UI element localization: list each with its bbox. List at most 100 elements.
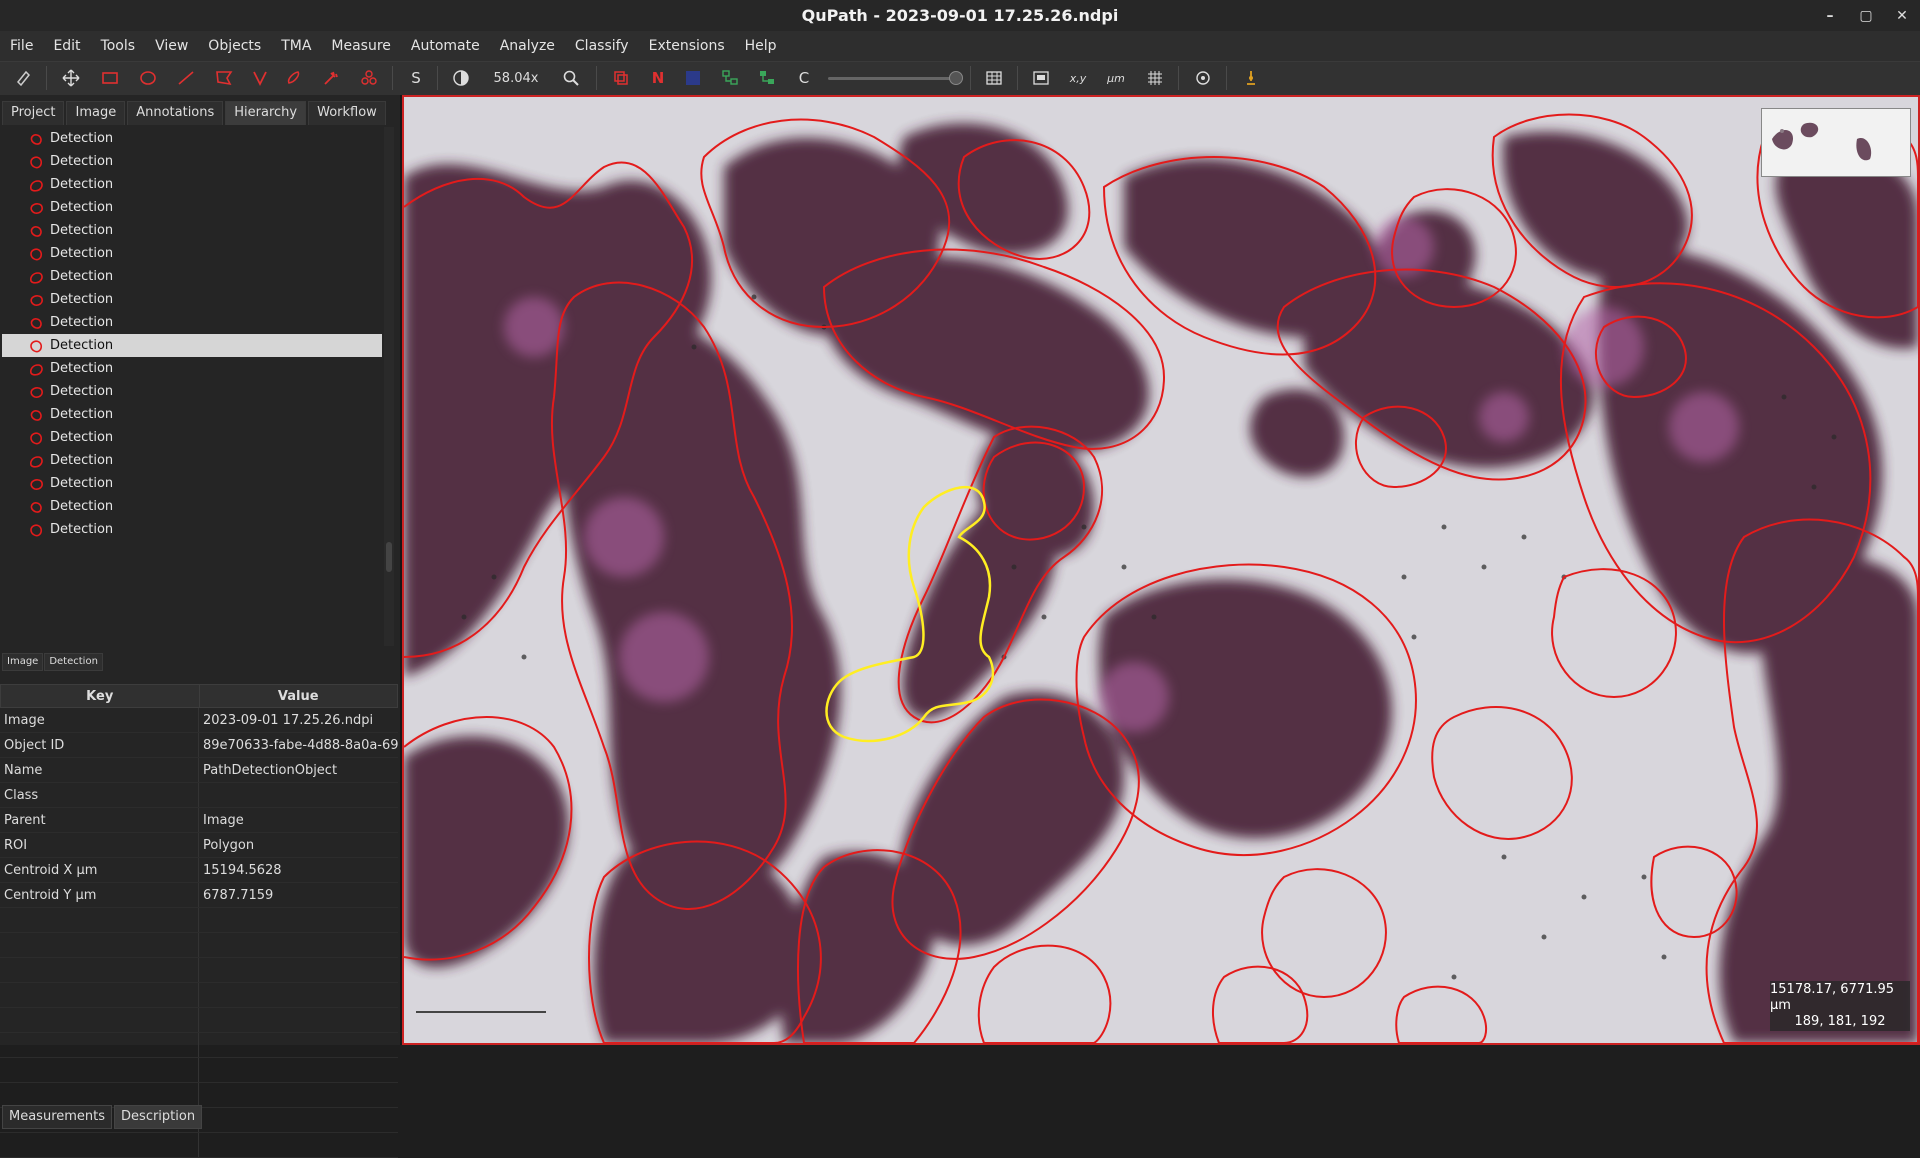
selection-mode-button[interactable]: S (401, 65, 431, 91)
fill-detections-button[interactable] (752, 65, 782, 91)
brightness-contrast-toggle[interactable] (446, 65, 476, 91)
table-row[interactable]: Class (0, 783, 398, 808)
minimize-button[interactable]: – (1812, 0, 1848, 31)
header-key[interactable]: Key (1, 685, 200, 707)
menu-view[interactable]: View (145, 38, 198, 54)
show-connections-button[interactable]: C (789, 65, 819, 91)
list-item[interactable]: Detection (2, 242, 382, 265)
log-button[interactable] (1236, 65, 1266, 91)
list-item[interactable]: Detection (2, 288, 382, 311)
analysis-panel: Project Image Annotations Hierarchy Work… (0, 95, 403, 1158)
list-item[interactable]: Detection (2, 495, 382, 518)
list-item[interactable]: Detection (2, 150, 382, 173)
object-list-scrollbar[interactable] (384, 127, 394, 646)
close-button[interactable]: ✕ (1884, 0, 1920, 31)
list-item[interactable]: Detection (2, 173, 382, 196)
table-row[interactable]: Parent Image (0, 808, 398, 833)
table-row[interactable]: Object ID 89e70633-fabe-4d88-8a0a-695... (0, 733, 398, 758)
list-item[interactable]: Detection (2, 334, 382, 357)
breadcrumb-image[interactable]: Image (2, 653, 44, 671)
table-row[interactable]: Image 2023-09-01 17.25.26.ndpi (0, 708, 398, 733)
brush-tool-button[interactable] (279, 65, 309, 91)
menu-tools[interactable]: Tools (91, 38, 146, 54)
list-item[interactable]: Detection (2, 196, 382, 219)
maximize-button[interactable]: ▢ (1848, 0, 1884, 31)
overview-toggle-button[interactable] (1026, 65, 1056, 91)
location-toggle-button[interactable]: x,y (1063, 65, 1093, 91)
menu-automate[interactable]: Automate (401, 38, 490, 54)
detection-shape-icon (30, 294, 43, 306)
list-item[interactable]: Detection (2, 127, 382, 150)
ellipse-icon (140, 71, 156, 85)
tab-annotations[interactable]: Annotations (127, 101, 224, 125)
image-viewer[interactable]: 15178.17, 6771.95 µm 189, 181, 192 (402, 95, 1920, 1045)
list-item[interactable]: Detection (2, 449, 382, 472)
polyline-icon (253, 71, 267, 87)
show-annotations-button[interactable] (606, 65, 636, 91)
property-value (199, 783, 398, 807)
menu-analyze[interactable]: Analyze (490, 38, 565, 54)
window-title: QuPath - 2023-09-01 17.25.26.ndpi (801, 6, 1119, 25)
polyline-tool-button[interactable] (245, 65, 275, 91)
show-detections-button[interactable] (715, 65, 745, 91)
table-row[interactable]: Centroid Y µm 6787.7159 (0, 883, 398, 908)
property-key: ROI (0, 833, 199, 857)
menu-file[interactable]: File (0, 38, 43, 54)
show-names-button[interactable]: N (643, 65, 673, 91)
brightness-contrast-button[interactable] (8, 65, 38, 91)
list-item[interactable]: Detection (2, 380, 382, 403)
overview-thumbnail[interactable] (1761, 108, 1911, 177)
table-row[interactable]: ROI Polygon (0, 833, 398, 858)
tab-description[interactable]: Description (114, 1105, 203, 1129)
line-tool-button[interactable] (171, 65, 201, 91)
table-icon (986, 71, 1002, 85)
list-item[interactable]: Detection (2, 357, 382, 380)
list-item-label: Detection (50, 154, 114, 169)
zoom-to-fit-button[interactable] (556, 65, 586, 91)
list-item[interactable]: Detection (2, 265, 382, 288)
wand-tool-button[interactable] (316, 65, 346, 91)
tab-project[interactable]: Project (2, 101, 65, 125)
menu-classify[interactable]: Classify (565, 38, 639, 54)
table-row[interactable]: Name PathDetectionObject (0, 758, 398, 783)
list-item[interactable]: Detection (2, 403, 382, 426)
polygon-tool-button[interactable] (209, 65, 239, 91)
tab-hierarchy[interactable]: Hierarchy (225, 101, 307, 125)
grid-toggle-button[interactable] (1140, 65, 1170, 91)
tab-workflow[interactable]: Workflow (308, 101, 386, 125)
list-item[interactable]: Detection (2, 219, 382, 242)
detection-shape-icon (30, 271, 43, 284)
list-item[interactable]: Detection (2, 518, 382, 541)
tab-measurements[interactable]: Measurements (2, 1105, 113, 1129)
preferences-button[interactable] (1188, 65, 1218, 91)
menu-extensions[interactable]: Extensions (639, 38, 735, 54)
tab-image[interactable]: Image (66, 101, 126, 125)
detection-shape-icon (30, 431, 43, 444)
scalebar-toggle-button[interactable]: µm (1101, 65, 1131, 91)
hierarchy-object-list[interactable]: Detection Detection Detection Detection Dete… (2, 127, 382, 646)
table-row[interactable]: Centroid X µm 15194.5628 (0, 858, 398, 883)
menu-help[interactable]: Help (735, 38, 787, 54)
list-item[interactable]: Detection (2, 311, 382, 334)
list-item[interactable]: Detection (2, 472, 382, 495)
breadcrumb-detection[interactable]: Detection (44, 653, 103, 671)
rectangle-tool-button[interactable] (95, 65, 125, 91)
menu-objects[interactable]: Objects (198, 38, 271, 54)
fill-detections-icon (760, 71, 774, 84)
ellipse-tool-button[interactable] (133, 65, 163, 91)
measurement-table-button[interactable] (979, 65, 1009, 91)
opacity-slider-thumb[interactable] (949, 71, 963, 85)
points-tool-button[interactable] (354, 65, 384, 91)
properties-header: Key Value (0, 684, 398, 708)
annotations-icon (614, 71, 628, 85)
menu-edit[interactable]: Edit (43, 38, 90, 54)
menu-measure[interactable]: Measure (321, 38, 401, 54)
property-key: Parent (0, 808, 199, 832)
show-tma-grid-button[interactable] (678, 65, 708, 91)
move-tool-button[interactable] (56, 65, 86, 91)
list-item[interactable]: Detection (2, 426, 382, 449)
menu-tma[interactable]: TMA (271, 38, 321, 54)
empty-table-row (0, 1133, 398, 1158)
opacity-slider[interactable] (828, 77, 958, 80)
header-value[interactable]: Value (200, 685, 398, 707)
